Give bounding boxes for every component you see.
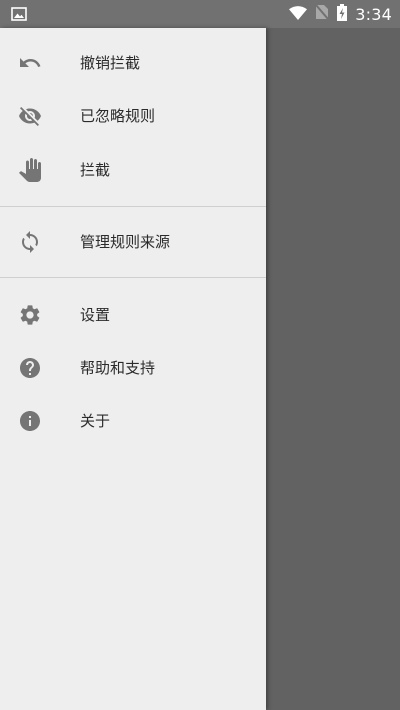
help-icon xyxy=(18,356,42,380)
menu-item-manage-rule-sources[interactable]: 管理规则来源 xyxy=(0,216,266,268)
wifi-icon xyxy=(289,5,308,24)
menu-item-label: 管理规则来源 xyxy=(80,233,171,251)
hand-icon xyxy=(18,158,42,182)
undo-icon xyxy=(18,51,42,75)
battery-charging-icon xyxy=(337,3,348,25)
navigation-drawer: 撤销拦截 已忽略规则 拦截 管理规则来源 设置 帮助和支持 关于 xyxy=(0,28,266,710)
menu-item-about[interactable]: 关于 xyxy=(0,395,266,447)
no-sim-icon xyxy=(315,4,330,24)
menu-item-label: 已忽略规则 xyxy=(80,107,156,125)
menu-item-undo-block[interactable]: 撤销拦截 xyxy=(0,37,266,89)
status-bar: 3:34 xyxy=(0,0,400,28)
image-notification-icon xyxy=(11,6,27,22)
menu-item-label: 设置 xyxy=(80,306,111,324)
scrim-overlay[interactable] xyxy=(266,28,400,710)
menu-item-label: 关于 xyxy=(80,412,111,430)
divider xyxy=(0,206,266,207)
menu-item-help-support[interactable]: 帮助和支持 xyxy=(0,342,266,394)
gear-icon xyxy=(18,303,42,327)
status-time: 3:34 xyxy=(355,4,392,24)
eye-off-icon xyxy=(18,104,42,128)
menu-item-settings[interactable]: 设置 xyxy=(0,289,266,341)
menu-item-label: 撤销拦截 xyxy=(80,54,141,72)
menu-item-ignored-rules[interactable]: 已忽略规则 xyxy=(0,90,266,142)
menu-item-block[interactable]: 拦截 xyxy=(0,144,266,196)
info-icon xyxy=(18,409,42,433)
sync-icon xyxy=(18,230,42,254)
menu-item-label: 帮助和支持 xyxy=(80,359,156,377)
menu-item-label: 拦截 xyxy=(80,161,111,179)
divider xyxy=(0,277,266,278)
